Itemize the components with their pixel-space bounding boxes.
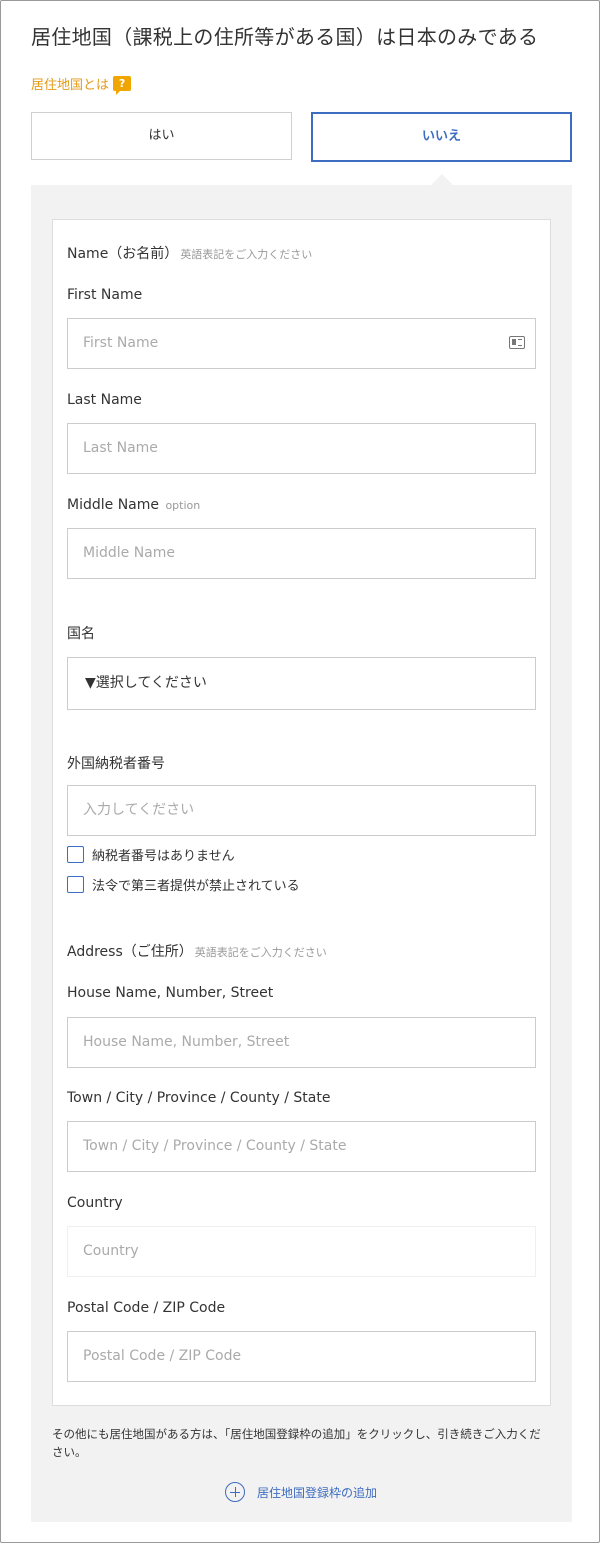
name-hint: 英語表記をご入力ください bbox=[180, 248, 313, 261]
middle-name-placeholder: Middle Name bbox=[83, 545, 175, 561]
middle-name-input[interactable]: Middle Name bbox=[67, 528, 536, 579]
country-select[interactable]: ▼選択してください bbox=[67, 657, 536, 710]
yes-button[interactable]: はい bbox=[31, 112, 292, 160]
country-select-label: 国名 bbox=[67, 626, 95, 642]
tax-id-placeholder: 入力してください bbox=[83, 802, 195, 818]
additional-residence-note: その他にも居住地国がある方は、「居住地国登録枠の追加」をクリックし、引き続きご入… bbox=[52, 1427, 541, 1459]
first-name-input[interactable]: First Name bbox=[67, 318, 536, 369]
name-heading: Name（お名前） 英語表記をご入力ください bbox=[67, 243, 312, 263]
first-name-placeholder: First Name bbox=[83, 335, 159, 351]
name-heading-label: Name（お名前） bbox=[67, 246, 179, 262]
plus-circle-icon bbox=[225, 1482, 245, 1502]
form-frame: 居住地国（課税上の住所等がある国）は日本のみである 居住地国とは ? はい いい… bbox=[0, 0, 600, 1543]
town-input[interactable]: Town / City / Province / County / State bbox=[67, 1121, 536, 1172]
street-placeholder: House Name, Number, Street bbox=[83, 1034, 290, 1050]
no-tax-id-checkbox[interactable] bbox=[67, 846, 84, 863]
help-link[interactable]: 居住地国とは ? bbox=[31, 74, 132, 95]
address-heading-label: Address（ご住所） bbox=[67, 944, 193, 960]
id-card-icon[interactable] bbox=[509, 336, 525, 349]
first-name-label: First Name bbox=[67, 287, 143, 303]
town-placeholder: Town / City / Province / County / State bbox=[83, 1138, 347, 1154]
middle-name-label-text: Middle Name bbox=[67, 497, 159, 513]
help-link-label: 居住地国とは bbox=[31, 78, 110, 93]
prohibited-checkbox[interactable] bbox=[67, 876, 84, 893]
postal-label: Postal Code / ZIP Code bbox=[67, 1300, 226, 1316]
last-name-input[interactable]: Last Name bbox=[67, 423, 536, 474]
address-country-label: Country bbox=[67, 1195, 123, 1211]
address-hint: 英語表記をご入力ください bbox=[194, 946, 327, 959]
address-country-input[interactable]: Country bbox=[67, 1226, 536, 1277]
address-heading: Address（ご住所） 英語表記をご入力ください bbox=[67, 941, 327, 961]
prohibited-option[interactable]: 法令で第三者提供が禁止されている bbox=[67, 875, 300, 894]
country-select-value: ▼選択してください bbox=[85, 675, 207, 691]
no-button[interactable]: いいえ bbox=[311, 112, 572, 162]
question-icon[interactable]: ? bbox=[113, 76, 132, 95]
question-title: 居住地国（課税上の住所等がある国）は日本のみである bbox=[31, 25, 539, 49]
tax-id-input[interactable]: 入力してください bbox=[67, 785, 536, 836]
last-name-placeholder: Last Name bbox=[83, 440, 158, 456]
prohibited-label: 法令で第三者提供が禁止されている bbox=[92, 879, 300, 894]
no-tax-id-label: 納税者番号はありません bbox=[92, 849, 235, 864]
postal-input[interactable]: Postal Code / ZIP Code bbox=[67, 1331, 536, 1382]
street-input[interactable]: House Name, Number, Street bbox=[67, 1017, 536, 1068]
postal-placeholder: Postal Code / ZIP Code bbox=[83, 1348, 242, 1364]
add-residence-button[interactable]: 居住地国登録枠の追加 bbox=[225, 1482, 377, 1502]
address-country-placeholder: Country bbox=[83, 1243, 139, 1259]
last-name-label: Last Name bbox=[67, 392, 142, 408]
middle-name-label: Middle Name option bbox=[67, 497, 200, 513]
no-tax-id-option[interactable]: 納税者番号はありません bbox=[67, 845, 235, 864]
street-label: House Name, Number, Street bbox=[67, 985, 274, 1001]
middle-name-optional: option bbox=[165, 499, 201, 512]
add-residence-label: 居住地国登録枠の追加 bbox=[257, 1485, 378, 1500]
tax-id-label: 外国納税者番号 bbox=[67, 756, 165, 772]
town-label: Town / City / Province / County / State bbox=[67, 1090, 331, 1106]
